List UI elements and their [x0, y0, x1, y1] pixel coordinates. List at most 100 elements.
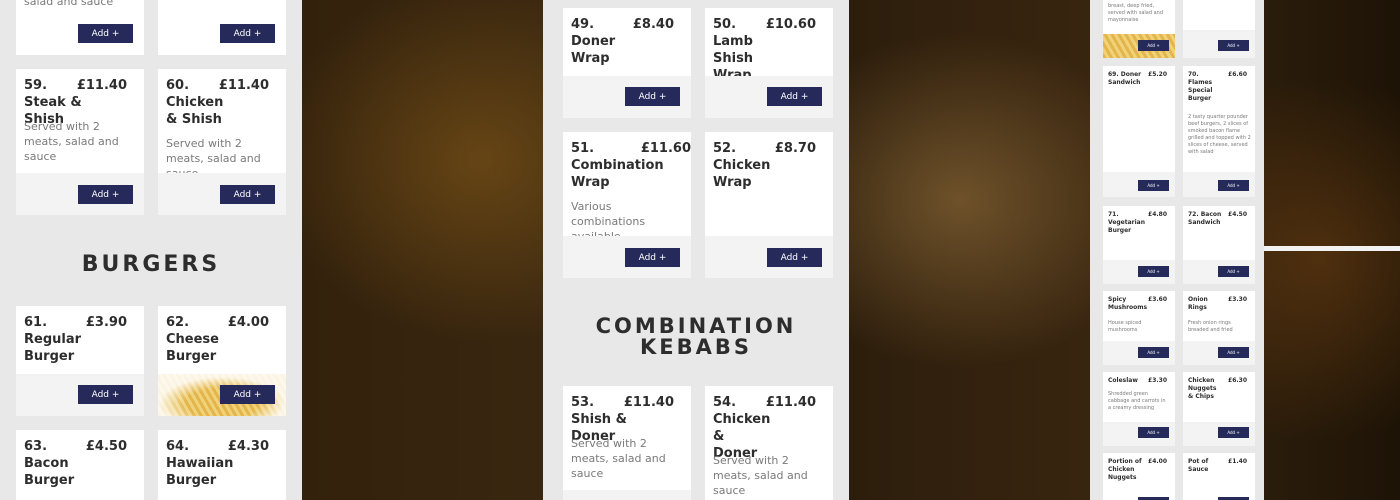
item-name: 69. Doner Sandwich [1108, 71, 1142, 86]
menu-item-card: 61. Regular Burger £3.90 Add + [16, 306, 144, 416]
item-name: Pot of Sauce [1188, 458, 1209, 473]
item-price: £1.40 [1228, 458, 1247, 465]
item-name: Chicken Nuggets & Chips [1188, 377, 1217, 400]
item-name: Spicy Mushrooms [1108, 296, 1148, 311]
menu-item-card: 70. Flames Special Burger £6.60 2 tasty … [1183, 66, 1255, 197]
item-price: £6.60 [1228, 71, 1247, 78]
add-to-cart-button[interactable]: Add + [625, 87, 680, 106]
menu-item-card: Onion Rings £3.30 Fresh onion rings brea… [1183, 291, 1255, 365]
item-name: 49. Doner Wrap [571, 17, 616, 66]
add-to-cart-button[interactable]: Add + [1218, 40, 1249, 51]
item-name: 60. Chicken & Shish [166, 78, 224, 127]
item-name: 64. Hawaiian Burger [166, 439, 234, 488]
menu-item-card: 53. Shish & Doner £11.40 Served with 2 m… [563, 386, 691, 500]
add-to-cart-button[interactable]: Add + [625, 248, 680, 267]
item-price: £4.50 [85, 439, 127, 454]
menu-item-card: Portion of Chicken Nuggets £4.00 [1103, 453, 1175, 500]
menu-panel-middle: 49. Doner Wrap £8.40 Add + 50. Lamb Shis… [543, 0, 849, 500]
menu-item-card: Coleslaw £3.30 Shredded green cabbage an… [1103, 372, 1175, 446]
menu-item-card: Add + [1183, 0, 1255, 58]
item-name: 50. Lamb Shish Wrap [713, 17, 754, 83]
item-price: £3.60 [1148, 296, 1167, 303]
add-to-cart-button[interactable]: Add + [1138, 180, 1169, 191]
add-to-cart-button[interactable]: Add + [1138, 40, 1169, 51]
add-to-cart-button[interactable]: Add + [1138, 266, 1169, 277]
add-to-cart-button[interactable]: Add + [220, 385, 275, 404]
menu-item-card: 72. Bacon Sandwich £4.50 Add + [1183, 206, 1255, 284]
item-name: 62. Cheese Burger [166, 315, 219, 364]
item-description: Fresh onion rings breaded and fried [1188, 320, 1233, 333]
item-description: House spiced mushrooms [1108, 320, 1142, 333]
menu-item-card: Whole fresh chicken breast, deep fried, … [1103, 0, 1175, 58]
item-description: Shredded green cabbage and carrots in a … [1108, 391, 1166, 411]
item-price: £4.80 [1148, 211, 1167, 218]
add-to-cart-button[interactable]: Add + [78, 385, 133, 404]
menu-item-card: 51. Combination Wrap £11.60 Various comb… [563, 132, 691, 278]
item-name: 52. Chicken Wrap [713, 141, 771, 190]
menu-item-card: 71. Vegetarian Burger £4.80 Add + [1103, 206, 1175, 284]
menu-item-card: Chicken Nuggets & Chips £6.30 Add + [1183, 372, 1255, 446]
item-price: £3.30 [1148, 377, 1167, 384]
menu-item-card: 64. Hawaiian Burger £4.30 [158, 430, 286, 500]
add-to-cart-button[interactable]: Add + [1218, 266, 1249, 277]
item-price: £11.40 [623, 395, 674, 410]
item-name: 63. Bacon Burger [24, 439, 75, 488]
add-to-cart-button[interactable]: Add + [767, 248, 822, 267]
add-to-cart-button[interactable]: Add + [767, 87, 822, 106]
item-description: Served with 2 meats, salad and sauce [571, 437, 666, 480]
add-to-cart-button[interactable]: Add + [1218, 180, 1249, 191]
add-to-cart-button[interactable]: Add + [220, 24, 275, 43]
menu-item-card: 59. Steak & Shish £11.40 Served with 2 m… [16, 69, 144, 215]
add-to-cart-button[interactable]: Add + [1138, 347, 1169, 358]
menu-panel-left: salad and sauce Add + Add + 59. Steak & … [0, 0, 302, 500]
menu-panel-right: Whole fresh chicken breast, deep fried, … [1090, 0, 1264, 500]
menu-item-card: 63. Bacon Burger £4.50 [16, 430, 144, 500]
menu-item-card: Pot of Sauce £1.40 [1183, 453, 1255, 500]
menu-item-card: 52. Chicken Wrap £8.70 Add + [705, 132, 833, 278]
section-title: COMBINATION KEBABS [595, 314, 797, 359]
item-name: Coleslaw [1108, 377, 1138, 384]
item-price: £11.60 [640, 141, 691, 156]
menu-item-card: 50. Lamb Shish Wrap £10.60 Add + [705, 8, 833, 118]
item-price: £3.30 [1228, 296, 1247, 303]
item-description: 2 tasty quarter pounder beef burgers, 2 … [1188, 114, 1251, 155]
add-to-cart-button[interactable]: Add + [1138, 427, 1169, 438]
item-name: 71. Vegetarian Burger [1108, 211, 1146, 234]
menu-item-card: salad and sauce Add + [16, 0, 144, 55]
item-price: £5.20 [1148, 71, 1167, 78]
item-name: Onion Rings [1188, 296, 1208, 311]
item-price: £10.60 [765, 17, 816, 32]
item-price: £6.30 [1228, 377, 1247, 384]
item-name: 72. Bacon Sandwich [1188, 211, 1222, 226]
menu-item-card: 62. Cheese Burger £4.00 Add + [158, 306, 286, 416]
add-to-cart-button[interactable]: Add + [78, 24, 133, 43]
menu-item-card: 54. Chicken & Doner £11.40 Served with 2… [705, 386, 833, 500]
item-price: £4.00 [1148, 458, 1167, 465]
add-to-cart-button[interactable]: Add + [78, 185, 133, 204]
item-price: £8.70 [774, 141, 816, 156]
item-price: £4.50 [1228, 211, 1247, 218]
item-price: £4.00 [227, 315, 269, 330]
item-name: 70. Flames Special Burger [1188, 71, 1213, 102]
menu-item-card: 49. Doner Wrap £8.40 Add + [563, 8, 691, 118]
item-price: £11.40 [76, 78, 127, 93]
menu-item-card: Add + [158, 0, 286, 55]
item-name: Portion of Chicken Nuggets [1108, 458, 1142, 481]
item-name: 54. Chicken & Doner [713, 395, 771, 461]
item-description: Served with 2 meats, salad and sauce [713, 454, 808, 497]
item-price: £3.90 [85, 315, 127, 330]
item-price: £11.40 [765, 395, 816, 410]
item-description: Served with 2 meats, salad and sauce [24, 120, 119, 163]
add-to-cart-button[interactable]: Add + [1218, 427, 1249, 438]
add-to-cart-button[interactable]: Add + [220, 185, 275, 204]
menu-item-card: Spicy Mushrooms £3.60 House spiced mushr… [1103, 291, 1175, 365]
item-price: £4.30 [227, 439, 269, 454]
add-to-cart-button[interactable]: Add + [1218, 347, 1249, 358]
item-price: £8.40 [632, 17, 674, 32]
item-description: Whole fresh chicken breast, deep fried, … [1108, 0, 1164, 23]
item-name: 61. Regular Burger [24, 315, 82, 364]
section-title: BURGERS [81, 252, 221, 277]
item-price: £11.40 [218, 78, 269, 93]
menu-item-card: 69. Doner Sandwich £5.20 Add + [1103, 66, 1175, 197]
item-description: salad and sauce [24, 0, 114, 8]
